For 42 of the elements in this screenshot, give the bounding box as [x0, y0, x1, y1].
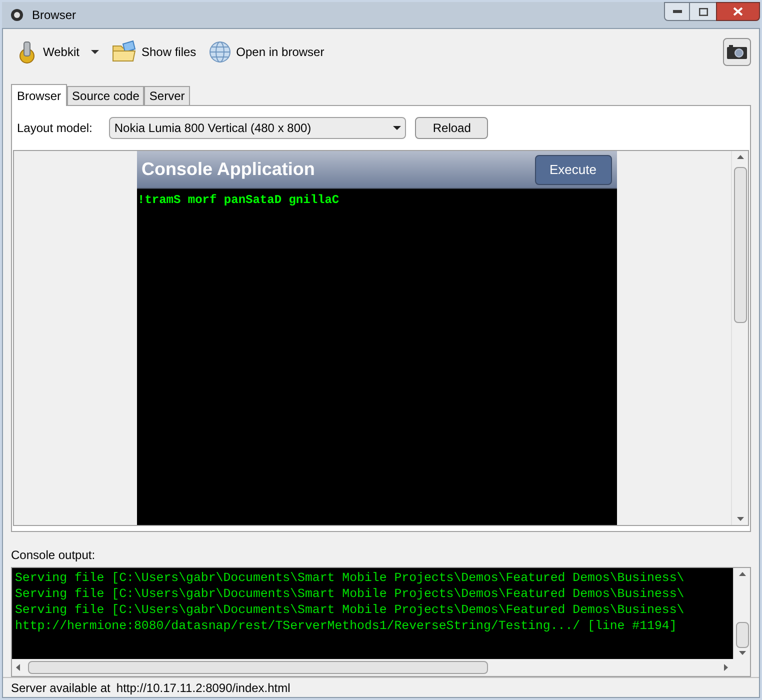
maximize-icon — [698, 8, 708, 16]
tab[interactable]: Source code — [67, 86, 144, 105]
up-arrow-icon — [738, 572, 746, 576]
toolbar-button[interactable]: Open in browser — [208, 40, 324, 64]
down-arrow-icon — [736, 517, 744, 521]
scrollbar-thumb[interactable] — [736, 622, 748, 648]
camera-icon — [727, 45, 747, 59]
toolbar-button[interactable]: Show files — [111, 40, 196, 64]
maximize-button[interactable] — [690, 2, 716, 21]
status-text: Server available at — [11, 680, 110, 696]
minimize-icon — [672, 10, 682, 13]
vertical-scrollbar[interactable] — [733, 568, 750, 659]
app-title: Console Application — [142, 158, 315, 181]
right-arrow-icon — [724, 664, 728, 671]
status-url: http://10.17.11.2:8090/index.html — [116, 680, 290, 696]
minimize-button[interactable] — [664, 2, 690, 21]
left-arrow-icon — [16, 664, 20, 671]
execute-button[interactable]: Execute — [534, 154, 612, 184]
camera-button[interactable] — [723, 38, 751, 66]
layout-model-label: Layout model: — [17, 120, 92, 137]
layout-model-dropdown[interactable]: Nokia Lumia 800 Vertical (480 x 800) — [109, 117, 406, 139]
app-icon — [10, 8, 24, 22]
console-line: Serving file [C:\Users\gabr\Documents\Smart Mobile Projects\Demos\Featured Demos\Business\ — [15, 586, 684, 602]
folder-icon — [111, 40, 138, 64]
caret-icon — [393, 126, 402, 130]
reload-button[interactable]: Reload — [415, 117, 488, 139]
tab[interactable]: Server — [144, 86, 190, 105]
tab[interactable]: Browser — [11, 84, 68, 106]
scrollbar-thumb[interactable] — [734, 167, 746, 323]
app-output: !tramS morf panSataD gnillaC — [136, 192, 340, 209]
close-button[interactable] — [716, 2, 760, 21]
console-line: Serving file [C:\Users\gabr\Documents\Smart Mobile Projects\Demos\Featured Demos\Business\ — [15, 602, 684, 618]
console-output-label: Console output: — [11, 547, 96, 564]
up-arrow-icon — [736, 155, 744, 159]
close-icon — [733, 7, 743, 16]
globe-icon — [208, 40, 232, 64]
vertical-scrollbar[interactable] — [731, 151, 748, 525]
window-title: Browser — [32, 7, 76, 24]
toolbar-button[interactable]: Webkit — [15, 40, 100, 64]
console-line: Serving file [C:\Users\gabr\Documents\Smart Mobile Projects\Demos\Featured Demos\Business\ — [15, 570, 684, 586]
down-arrow-icon — [738, 651, 746, 655]
console-line: http://hermione:8080/datasnap/rest/TServerMethods1/ReverseString/Testing.../ [line #1194] — [15, 618, 677, 634]
